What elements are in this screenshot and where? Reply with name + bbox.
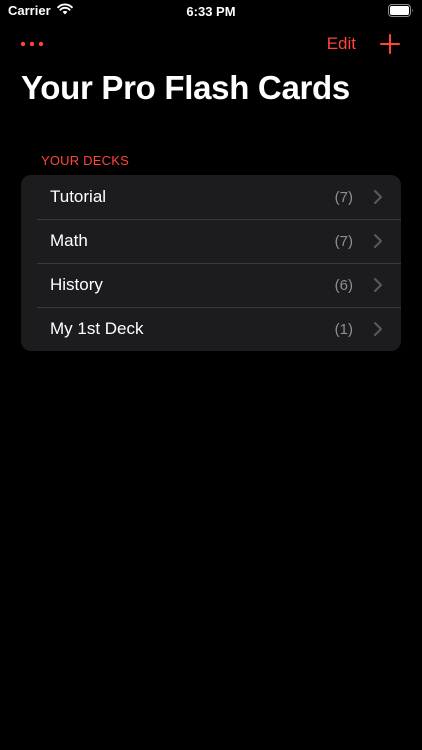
plus-icon	[380, 34, 400, 54]
page-title: Your Pro Flash Cards	[21, 69, 350, 106]
deck-row-my-1st-deck[interactable]: My 1st Deck (1)	[21, 307, 401, 351]
add-button[interactable]	[378, 32, 402, 56]
navigation-bar: Edit	[0, 28, 422, 60]
edit-button[interactable]: Edit	[327, 34, 356, 54]
more-icon	[20, 41, 44, 47]
deck-name: My 1st Deck	[50, 319, 144, 338]
battery-icon	[388, 4, 414, 22]
deck-count: (7)	[334, 232, 353, 250]
status-time: 6:33 PM	[186, 4, 236, 19]
chevron-right-icon	[374, 322, 382, 336]
status-bar: Carrier 6:33 PM	[0, 0, 422, 22]
chevron-right-icon	[374, 190, 382, 204]
deck-name: Tutorial	[50, 187, 107, 206]
deck-count: (6)	[334, 276, 353, 294]
section-header: YOUR DECKS	[41, 153, 129, 168]
deck-row-history[interactable]: History (6)	[21, 263, 401, 307]
chevron-right-icon	[374, 234, 382, 248]
more-button[interactable]	[18, 32, 46, 56]
deck-count: (7)	[334, 188, 353, 206]
chevron-right-icon	[374, 278, 382, 292]
deck-list: Tutorial (7) Math (7) History (6) My 1st…	[21, 175, 401, 351]
deck-row-tutorial[interactable]: Tutorial (7)	[21, 175, 401, 219]
deck-row-math[interactable]: Math (7)	[21, 219, 401, 263]
deck-count: (1)	[334, 320, 353, 338]
deck-name: History	[50, 275, 103, 294]
deck-name: Math	[50, 231, 88, 250]
